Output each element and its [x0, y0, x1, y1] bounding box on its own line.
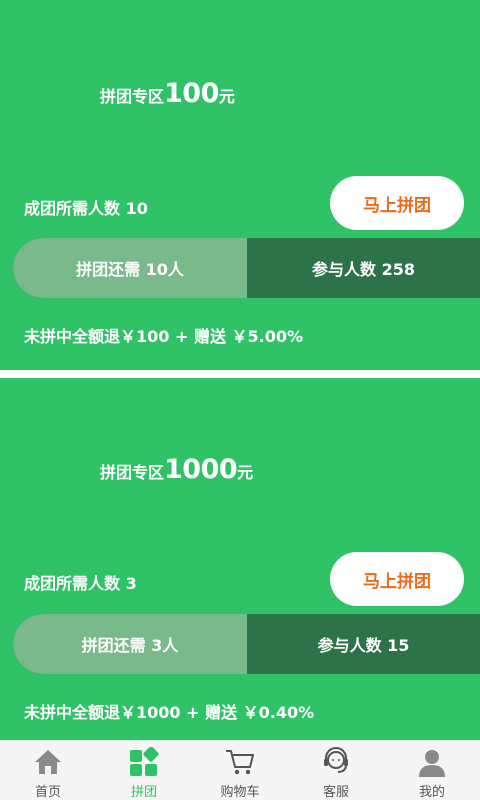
refund-bonus-text: 未拼中全额退￥1000 + 赠送 ￥0.40%	[24, 703, 315, 722]
group-title: 拼团专区 100 元	[100, 78, 235, 109]
required-members-text: 成团所需人数 10	[24, 199, 148, 218]
group-title-label: 拼团专区	[100, 87, 165, 106]
bottom-tab-bar: 首页 拼团 购物车 客服 我的	[0, 740, 480, 800]
tab-group-buy[interactable]: 拼团	[96, 741, 192, 800]
remaining-members-text: 拼团还需 3人	[13, 614, 247, 674]
group-title-label: 拼团专区	[100, 463, 165, 482]
headset-icon	[320, 747, 352, 777]
tab-service-label: 客服	[322, 785, 349, 800]
home-icon	[32, 747, 64, 777]
user-icon	[416, 747, 448, 777]
cart-icon	[224, 747, 256, 777]
participants-count-text: 参与人数 15	[247, 614, 480, 674]
group-title-amount: 1000	[164, 454, 238, 485]
group-title-unit: 元	[237, 463, 254, 482]
tab-cart[interactable]: 购物车	[192, 741, 288, 800]
required-members-text: 成团所需人数 3	[24, 574, 137, 593]
group-title: 拼团专区 1000 元	[100, 454, 253, 485]
tab-profile-label: 我的	[418, 785, 445, 800]
group-progress-bar: 拼团还需 10人 参与人数 258	[13, 238, 480, 298]
participants-count-text: 参与人数 258	[247, 238, 480, 298]
group-title-amount: 100	[164, 78, 219, 109]
group-card: 拼团专区 100 元 成团所需人数 10 马上拼团 拼团还需 10人 参与人数 …	[0, 0, 480, 370]
join-group-button[interactable]: 马上拼团	[330, 552, 464, 606]
tab-group-buy-label: 拼团	[130, 785, 157, 800]
refund-bonus-text: 未拼中全额退￥100 + 赠送 ￥5.00%	[24, 327, 304, 346]
grid-icon	[128, 747, 160, 777]
tab-home[interactable]: 首页	[0, 741, 96, 800]
join-group-button[interactable]: 马上拼团	[330, 176, 464, 230]
tab-service[interactable]: 客服	[288, 741, 384, 800]
group-progress-bar: 拼团还需 3人 参与人数 15	[13, 614, 480, 674]
tab-home-label: 首页	[34, 785, 61, 800]
tab-profile[interactable]: 我的	[384, 741, 480, 800]
group-card: 拼团专区 1000 元 成团所需人数 3 马上拼团 拼团还需 3人 参与人数 1…	[0, 378, 480, 740]
remaining-members-text: 拼团还需 10人	[13, 238, 247, 298]
group-title-unit: 元	[218, 87, 235, 106]
tab-cart-label: 购物车	[220, 785, 260, 800]
